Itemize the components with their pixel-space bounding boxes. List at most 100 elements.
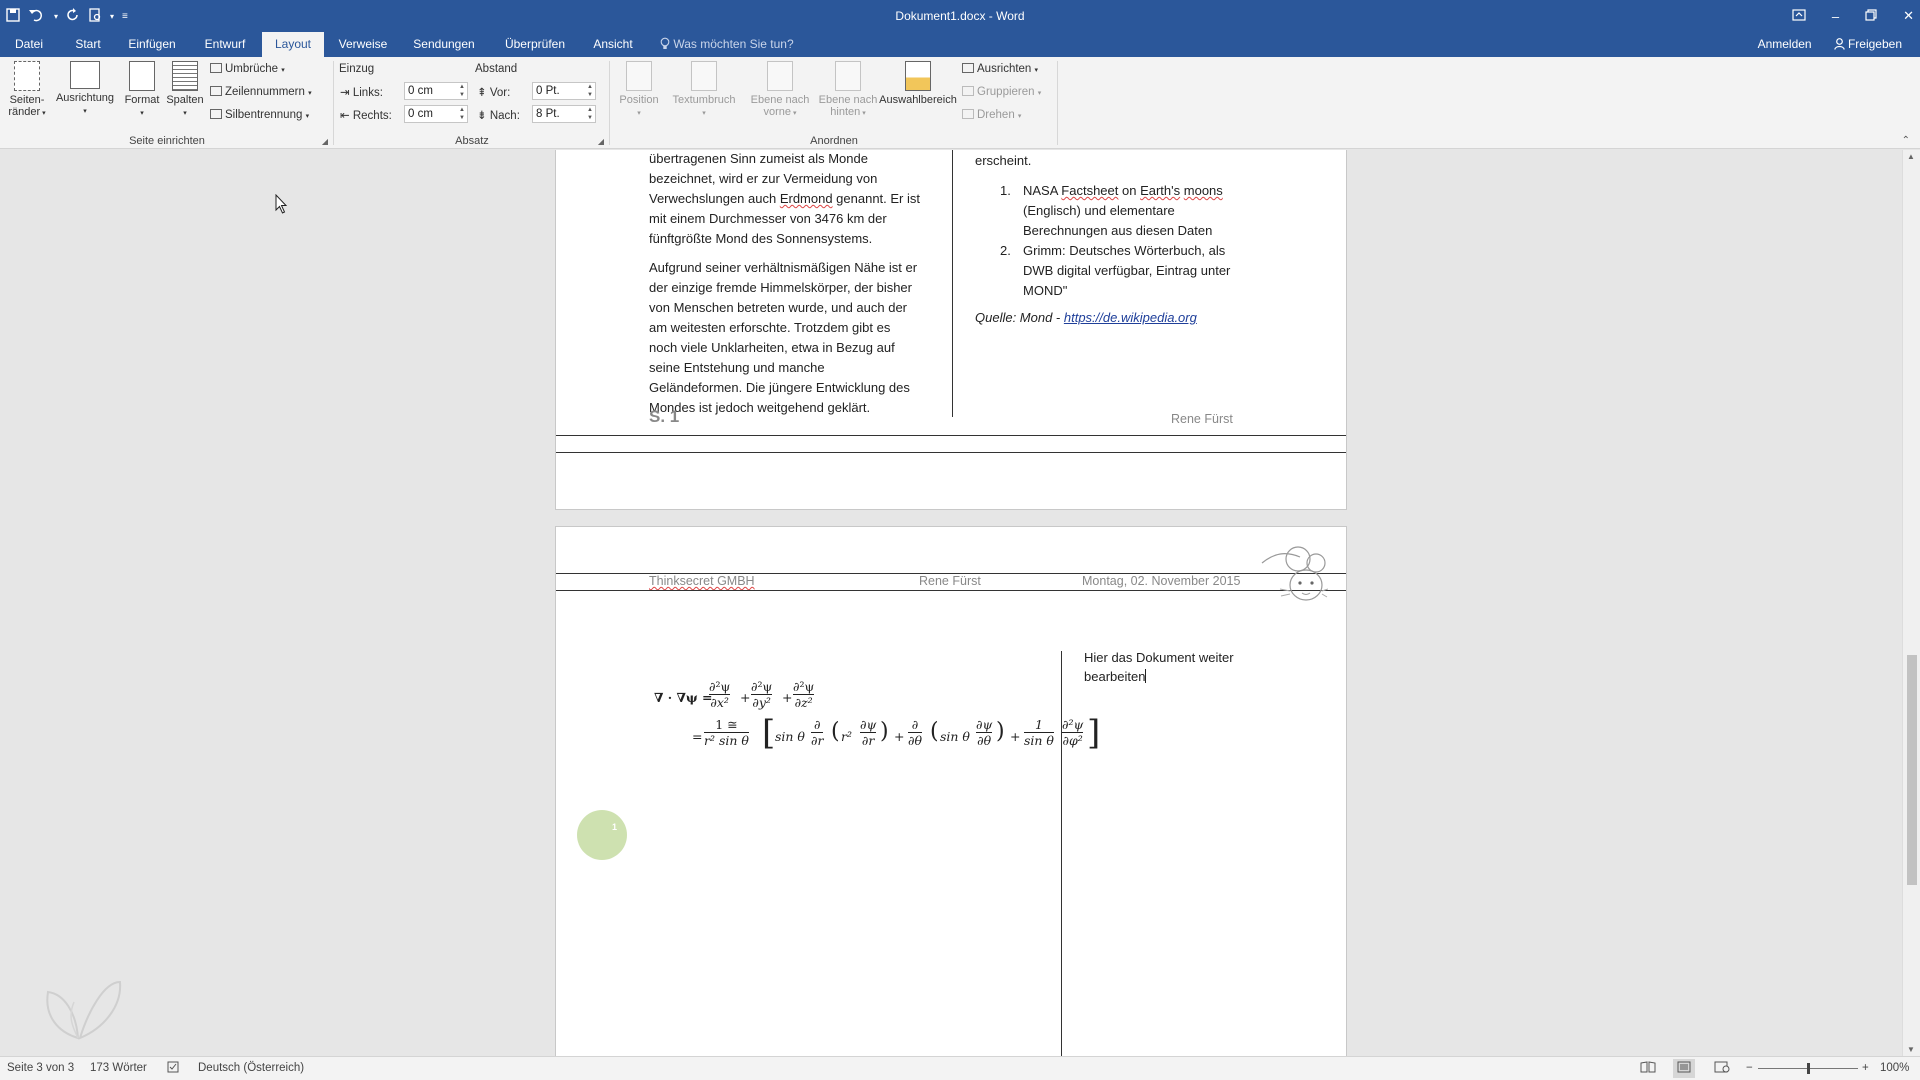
print-layout-icon[interactable] [1673, 1059, 1695, 1078]
text-line: Geländeformen. Die jüngere Entwicklung d… [649, 380, 910, 395]
zoom-level[interactable]: 100% [1880, 1057, 1909, 1080]
tab-start[interactable]: Start [68, 32, 108, 57]
page1-left-paragraph-2[interactable]: Aufgrund seiner verhältnismäßigen Nähe i… [649, 258, 949, 418]
header-author: Rene Fürst [919, 574, 981, 588]
signin-link[interactable]: Anmelden [1758, 32, 1812, 56]
tab-verweise[interactable]: Verweise [334, 32, 392, 57]
fraction-numerator: ∂ [911, 717, 919, 732]
zoom-in-icon[interactable]: + [1862, 1057, 1869, 1080]
document-area[interactable]: übertragenen Sinn zumeist als Monde beze… [0, 150, 1902, 1056]
spinner-arrows-icon[interactable]: ▲ ▼ [587, 106, 593, 122]
undo-icon[interactable] [28, 8, 46, 25]
indent-left-field[interactable]: 0 cm ▲ ▼ [404, 82, 468, 100]
footer-rule [556, 435, 1346, 436]
reference-list[interactable]: 1. NASA Factsheet on Earth's moons (Engl… [975, 181, 1275, 301]
page-2[interactable]: Thinksecret GMBH Rene Fürst Montag, 02. … [555, 526, 1347, 1056]
undo-dropdown-icon[interactable]: ▾ [54, 12, 58, 21]
selection-pane-button[interactable]: Auswahlbereich [870, 61, 966, 106]
line-numbers-label: Zeilennummern [225, 86, 305, 98]
proofing-icon[interactable] [167, 1057, 181, 1080]
text-line: bearbeiten [1084, 667, 1284, 686]
tab-datei[interactable]: Datei [6, 32, 52, 57]
tab-einfuegen[interactable]: Einfügen [122, 32, 182, 57]
page-setup-launcher-icon[interactable]: ◢ [322, 137, 328, 146]
read-mode-icon[interactable] [1640, 1057, 1656, 1080]
ribbon: Seiten- ränder ▾ Ausrichtung ▾ Format ▾ Sp… [0, 57, 1920, 149]
window-title: Dokument1.docx - Word [895, 9, 1025, 23]
save-icon[interactable] [6, 7, 20, 25]
tab-sendungen[interactable]: Sendungen [406, 32, 482, 57]
spacing-before-value: 0 Pt. [536, 85, 560, 97]
minimize-icon[interactable]: – [1832, 9, 1839, 24]
paragraph-group-label: Absatz [455, 135, 489, 147]
zoom-out-icon[interactable]: − [1746, 1057, 1753, 1080]
spacing-after-field[interactable]: 8 Pt. ▲ ▼ [532, 105, 596, 123]
tab-ansicht[interactable]: Ansicht [586, 32, 640, 57]
hyphenation-button[interactable]: Silbentrennung ▾ [210, 109, 309, 121]
columns-button[interactable]: Spalten ▾ [164, 61, 206, 118]
source-link[interactable]: https://de.wikipedia.org [1064, 310, 1197, 325]
fraction-denominator: ∂φ² [1062, 732, 1084, 748]
paragraph-launcher-icon[interactable]: ◢ [598, 137, 604, 146]
tell-me-box[interactable]: Was möchten Sie tun? [660, 32, 794, 56]
page-count[interactable]: Seite 3 von 3 [7, 1057, 74, 1080]
spacing-after-icon: ⇟ [477, 110, 487, 122]
orientation-label: Ausrichtung [55, 92, 115, 104]
language-indicator[interactable]: Deutsch (Österreich) [198, 1057, 304, 1080]
spacing-before-field[interactable]: 0 Pt. ▲ ▼ [532, 82, 596, 100]
page1-left-paragraph-1[interactable]: übertragenen Sinn zumeist als Monde beze… [649, 150, 949, 249]
margins-button[interactable]: Seiten- ränder ▾ [4, 61, 50, 118]
fraction-numerator: ∂ [813, 717, 821, 732]
restore-icon[interactable] [1865, 8, 1877, 24]
tab-layout[interactable]: Layout [262, 32, 324, 57]
close-icon[interactable]: ✕ [1903, 8, 1914, 24]
source-line[interactable]: Quelle: Mond - https://de.wikipedia.org [975, 308, 1197, 328]
scroll-down-icon[interactable]: ▼ [1907, 1045, 1915, 1054]
web-layout-icon[interactable] [1714, 1057, 1730, 1080]
spacing-heading: Abstand [475, 63, 518, 75]
text-cursor [1145, 669, 1147, 683]
header-company-text: Thinksecret GMBH [649, 574, 755, 588]
hyphenation-icon [210, 109, 222, 119]
collapse-ribbon-icon[interactable]: ⌃ [1902, 135, 1910, 146]
vertical-scrollbar[interactable]: ▲ ▼ [1902, 150, 1920, 1056]
ribbon-display-icon[interactable] [1792, 8, 1806, 24]
orientation-button[interactable]: Ausrichtung ▾ [52, 61, 118, 116]
tab-entwurf[interactable]: Entwurf [198, 32, 252, 57]
position-button[interactable]: Position ▾ [612, 61, 666, 118]
scroll-up-icon[interactable]: ▲ [1907, 152, 1915, 161]
spinner-arrows-icon[interactable]: ▲ ▼ [587, 83, 593, 99]
breaks-button[interactable]: Umbrüche ▾ [210, 63, 285, 75]
equation[interactable]: ∇ · ∇ψ = ∂²ψ ∂x² + ∂²ψ ∂y² + ∂²ψ ∂z² = 1… [654, 679, 1084, 779]
size-button[interactable]: Format ▾ [120, 61, 164, 118]
spinner-arrows-icon[interactable]: ▲ ▼ [459, 83, 465, 99]
page1-right-intro[interactable]: erscheint. [975, 151, 1031, 171]
word-count[interactable]: 173 Wörter [90, 1057, 147, 1080]
scrollbar-thumb[interactable] [1907, 655, 1917, 885]
share-button[interactable]: Freigeben [1833, 32, 1902, 56]
spinner-arrows-icon[interactable]: ▲ ▼ [459, 106, 465, 122]
align-button[interactable]: Ausrichten ▾ [962, 63, 1038, 75]
indent-left-icon: ⇥ [340, 87, 350, 99]
print-dropdown-icon[interactable]: ▾ [110, 12, 114, 21]
print-preview-icon[interactable] [88, 7, 102, 25]
group-button[interactable]: Gruppieren ▾ [962, 86, 1041, 98]
wrap-text-button[interactable]: Textumbruch ▾ [666, 61, 742, 118]
page-setup-group: Seiten- ränder ▾ Ausrichtung ▾ Format ▾ Sp… [0, 57, 334, 149]
fraction-denominator: ∂θ [908, 732, 922, 748]
tab-ueberpruefen[interactable]: Überprüfen [496, 32, 574, 57]
fraction-denominator: ∂z² [793, 694, 815, 710]
zoom-slider[interactable] [1758, 1057, 1858, 1080]
page-1[interactable]: übertragenen Sinn zumeist als Monde beze… [555, 150, 1347, 510]
spacing-before-icon: ⇞ [477, 87, 487, 99]
column-separator [1061, 651, 1062, 1056]
zoom-thumb[interactable] [1807, 1063, 1810, 1074]
spacing-before-label: Vor: [489, 87, 511, 99]
line-numbers-button[interactable]: Zeilennummern ▾ [210, 86, 312, 98]
customize-icon[interactable]: ≡ [122, 11, 128, 22]
indent-right-field[interactable]: 0 cm ▲ ▼ [404, 105, 468, 123]
redo-icon[interactable] [66, 7, 80, 25]
rotate-button[interactable]: Drehen ▾ [962, 109, 1021, 121]
share-label: Freigeben [1847, 37, 1902, 51]
page2-right-text[interactable]: Hier das Dokument weiter bearbeiten [1084, 648, 1284, 686]
